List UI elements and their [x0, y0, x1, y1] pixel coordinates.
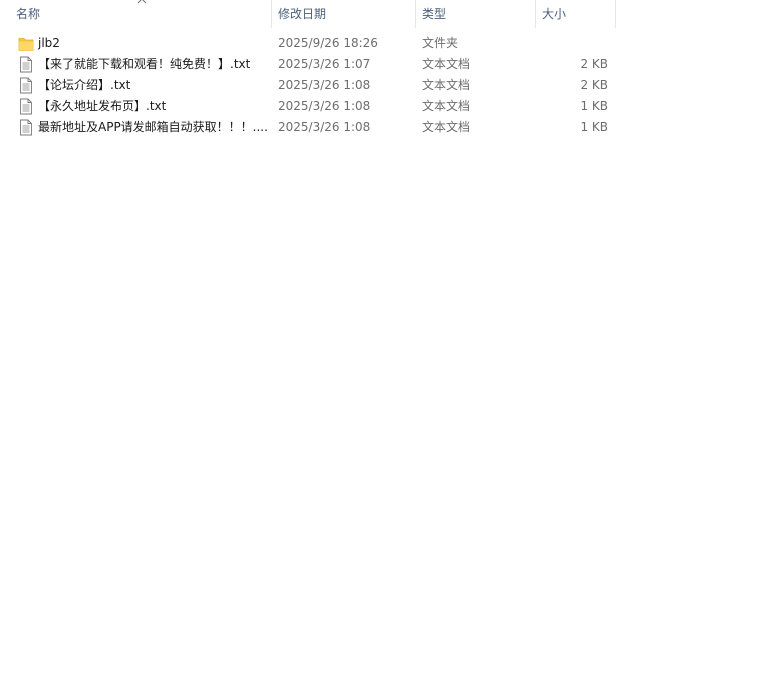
file-row[interactable]: 【永久地址发布页】.txt 2025/3/26 1:08 文本文档 1 KB — [0, 96, 768, 117]
file-name: 【来了就能下载和观看！纯免费！】.txt — [38, 57, 251, 71]
file-type: 文本文档 — [422, 120, 471, 134]
text-file-icon — [18, 98, 34, 115]
column-separator[interactable] — [615, 0, 616, 28]
file-name: 最新地址及APP请发邮箱自动获取！！！.... — [38, 120, 268, 134]
file-list: jlb2 2025/9/26 18:26 文件夹 【来了就能下载和观看！纯免费！… — [0, 33, 768, 138]
column-header-type[interactable]: 类型 — [416, 0, 535, 28]
text-file-icon — [18, 77, 34, 94]
file-size: 1 KB — [580, 120, 608, 134]
file-size — [536, 33, 608, 54]
text-file-icon — [18, 56, 34, 73]
file-row[interactable]: 【论坛介绍】.txt 2025/3/26 1:08 文本文档 2 KB — [0, 75, 768, 96]
file-type: 文件夹 — [422, 36, 459, 50]
file-name: 【论坛介绍】.txt — [38, 78, 131, 92]
file-type: 文本文档 — [422, 99, 471, 113]
column-header-size[interactable]: 大小 — [536, 0, 615, 28]
file-date: 2025/3/26 1:08 — [278, 120, 371, 134]
column-header-name[interactable]: 名称 — [10, 0, 271, 28]
file-row-folder[interactable]: jlb2 2025/9/26 18:26 文件夹 — [0, 33, 768, 54]
file-size: 2 KB — [580, 57, 608, 71]
column-header-date-modified[interactable]: 修改日期 — [272, 0, 415, 28]
file-name: 【永久地址发布页】.txt — [38, 99, 167, 113]
file-date: 2025/3/26 1:07 — [278, 57, 371, 71]
file-type: 文本文档 — [422, 57, 471, 71]
file-date: 2025/9/26 18:26 — [278, 36, 378, 50]
file-date: 2025/3/26 1:08 — [278, 99, 371, 113]
file-name: jlb2 — [38, 36, 60, 50]
file-row[interactable]: 【来了就能下载和观看！纯免费！】.txt 2025/3/26 1:07 文本文档… — [0, 54, 768, 75]
file-size: 2 KB — [580, 78, 608, 92]
folder-icon — [18, 35, 34, 52]
file-size: 1 KB — [580, 99, 608, 113]
column-header-bar: 名称 修改日期 类型 大小 — [0, 0, 768, 28]
file-date: 2025/3/26 1:08 — [278, 78, 371, 92]
file-row[interactable]: 最新地址及APP请发邮箱自动获取！！！.... 2025/3/26 1:08 文… — [0, 117, 768, 138]
file-type: 文本文档 — [422, 78, 471, 92]
text-file-icon — [18, 119, 34, 136]
